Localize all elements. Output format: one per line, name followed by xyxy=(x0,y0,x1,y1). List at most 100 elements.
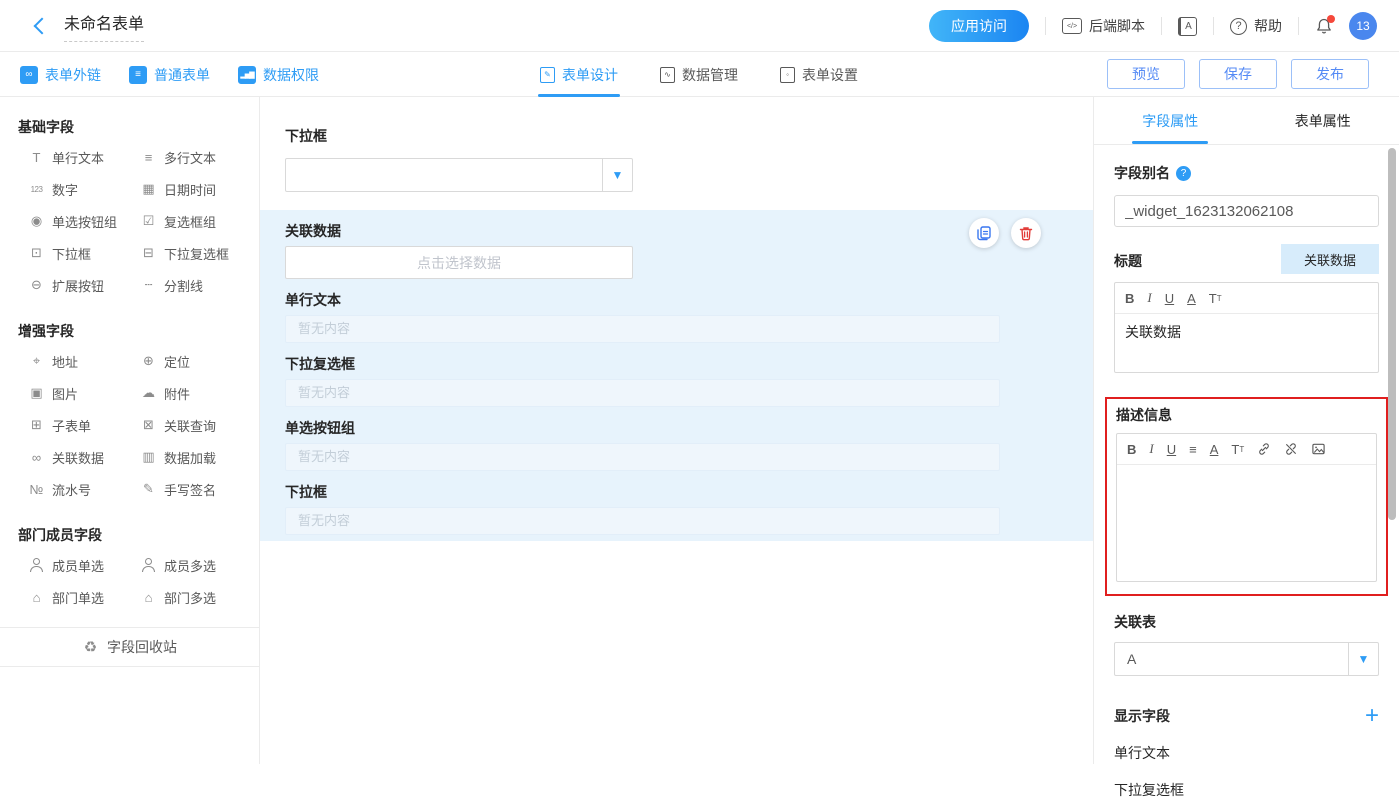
font-size-icon[interactable]: TT xyxy=(1209,291,1222,306)
alias-input[interactable] xyxy=(1114,195,1379,227)
widget-actions xyxy=(969,218,1041,248)
sidebar-item[interactable]: ⊡下拉框 xyxy=(28,237,140,269)
selected-linked-data-widget[interactable]: 关联数据 点击选择数据 单行文本暂无内容下拉复选框暂无内容单选按钮组暂无内容下拉… xyxy=(260,210,1093,541)
delete-widget-button[interactable] xyxy=(1011,218,1041,248)
sidebar-item[interactable]: ∞关联数据 xyxy=(28,441,140,473)
sidebar-item[interactable]: ⊕ 定位 xyxy=(140,345,252,377)
caret-zone: ▼ xyxy=(1348,643,1378,675)
copy-widget-button[interactable] xyxy=(969,218,999,248)
sidebar-item-label: 扩展按钮 xyxy=(52,276,104,295)
sidebar-item[interactable]: 成员单选 xyxy=(28,549,140,581)
font-size-icon[interactable]: TT xyxy=(1231,442,1244,457)
signature-icon: ✎ xyxy=(140,481,157,498)
italic-icon[interactable]: I xyxy=(1147,290,1151,306)
sidebar-item[interactable]: ⊞子表单 xyxy=(28,409,140,441)
sidebar-item[interactable]: ┄分割线 xyxy=(140,269,252,301)
sidebar-item[interactable]: 成员多选 xyxy=(140,549,252,581)
sidebar-item[interactable]: ≡多行文本 xyxy=(140,141,252,173)
avatar[interactable]: 13 xyxy=(1349,12,1377,40)
link-icon[interactable] xyxy=(1257,442,1271,456)
help-icon[interactable]: ? xyxy=(1176,166,1191,181)
dropdown-widget[interactable]: 下拉框 ▼ xyxy=(260,97,1093,192)
panel-tabs: 字段属性 表单属性 xyxy=(1094,97,1399,145)
underline-icon[interactable]: U xyxy=(1165,291,1174,306)
backend-script-button[interactable]: </> 后端脚本 xyxy=(1062,16,1145,36)
title-editor-toolbar: BIUA TT xyxy=(1115,283,1378,314)
external-link-item[interactable]: ∞ 表单外链 xyxy=(20,65,101,85)
sidebar-item[interactable]: ▦日期时间 xyxy=(140,173,252,205)
scrollbar-thumb[interactable] xyxy=(1388,148,1396,520)
display-field-item[interactable]: 下拉复选框 xyxy=(1114,780,1379,800)
widget-field-label: 单选按钮组 xyxy=(285,419,1068,437)
member-single-icon xyxy=(28,557,45,574)
underline-icon[interactable]: U xyxy=(1167,442,1176,457)
align-icon[interactable]: ≡ xyxy=(1189,442,1197,457)
sidebar-item[interactable]: ⌖地址 xyxy=(28,345,140,377)
bold-icon[interactable]: B xyxy=(1125,291,1134,306)
sidebar-item[interactable]: ◉单选按钮组 xyxy=(28,205,140,237)
sidebar-item-label: 关联数据 xyxy=(52,448,104,467)
data-load-icon: ▥ xyxy=(140,449,157,466)
sidebar-item[interactable]: T单行文本 xyxy=(28,141,140,173)
sidebar-item[interactable]: ☁附件 xyxy=(140,377,252,409)
sidebar-item[interactable]: ⌂部门多选 xyxy=(140,581,252,613)
sidebar-item[interactable]: ⌂部门单选 xyxy=(28,581,140,613)
field-recycle-bin[interactable]: ♻ 字段回收站 xyxy=(0,627,259,667)
add-display-field-button[interactable]: + xyxy=(1365,706,1379,726)
data-permission-item[interactable]: ▂▅▇ 数据权限 xyxy=(238,65,319,85)
form-title[interactable]: 未命名表单 xyxy=(64,10,144,42)
sidebar-item-label: 地址 xyxy=(52,352,78,371)
image-icon[interactable] xyxy=(1311,442,1326,456)
widget-field-placeholder: 暂无内容 xyxy=(285,315,1000,343)
tab-form-design[interactable]: ✎ 表单设计 xyxy=(540,52,618,97)
italic-icon[interactable]: I xyxy=(1149,441,1153,457)
title-editor-content[interactable]: 关联数据 xyxy=(1115,314,1378,372)
preview-button[interactable]: 预览 xyxy=(1107,59,1185,89)
sidebar-item-label: 单行文本 xyxy=(52,148,104,167)
sidebar-item[interactable]: 123数字 xyxy=(28,173,140,205)
description-editor-content[interactable] xyxy=(1117,465,1376,581)
sidebar-item-label: 手写签名 xyxy=(164,480,216,499)
tab-field-properties[interactable]: 字段属性 xyxy=(1094,97,1247,144)
divider xyxy=(1298,17,1299,35)
font-color-icon[interactable]: A xyxy=(1187,291,1196,306)
sidebar-item[interactable]: ⊖扩展按钮 xyxy=(28,269,140,301)
image-field-icon: ▣ xyxy=(28,385,45,402)
description-editor-toolbar: BIU ≡ A TT xyxy=(1117,434,1376,465)
sidebar-item-label: 定位 xyxy=(164,352,190,371)
data-picker-input[interactable]: 点击选择数据 xyxy=(285,246,633,279)
contacts-icon: A xyxy=(1178,17,1197,36)
publish-button[interactable]: 发布 xyxy=(1291,59,1369,89)
sidebar-item[interactable]: ✎ 手写签名 xyxy=(140,473,252,505)
notification-bell-icon[interactable] xyxy=(1315,17,1333,35)
normal-form-item[interactable]: ≡ 普通表单 xyxy=(129,65,210,85)
sidebar-item[interactable]: ▣图片 xyxy=(28,377,140,409)
location-icon: ⊕ xyxy=(140,353,157,370)
tab-form-properties[interactable]: 表单属性 xyxy=(1247,97,1399,144)
title-row: 标题 关联数据 xyxy=(1114,251,1379,274)
save-button[interactable]: 保存 xyxy=(1199,59,1277,89)
contacts-button[interactable]: A xyxy=(1178,17,1197,36)
sidebar-item[interactable]: ⊟下拉复选框 xyxy=(140,237,252,269)
app-access-button[interactable]: 应用访问 xyxy=(929,10,1029,42)
bold-icon[interactable]: B xyxy=(1127,442,1136,457)
related-table-select[interactable]: A ▼ xyxy=(1114,642,1379,676)
sidebar-item[interactable]: ⊠关联查询 xyxy=(140,409,252,441)
alias-label: 字段别名 xyxy=(1114,163,1170,183)
description-label: 描述信息 xyxy=(1116,405,1377,425)
dropdown-select[interactable]: ▼ xyxy=(285,158,633,192)
display-fields-label: 显示字段 xyxy=(1114,706,1170,726)
form-canvas: 下拉框 ▼ 关联数据 点击选择数据 单行文本暂无内容下拉复选框暂无内容单选按钮组… xyxy=(260,97,1093,764)
sidebar-item[interactable]: №流水号 xyxy=(28,473,140,505)
tab-form-settings[interactable]: ◦ 表单设置 xyxy=(780,52,858,97)
code-icon: </> xyxy=(1062,18,1082,34)
font-color-icon[interactable]: A xyxy=(1210,442,1219,457)
document-icon: ≡ xyxy=(129,66,147,84)
help-button[interactable]: ? 帮助 xyxy=(1230,16,1282,36)
unlink-icon[interactable] xyxy=(1284,442,1298,456)
display-field-item[interactable]: 单行文本 xyxy=(1114,743,1379,763)
sidebar-item[interactable]: ▥数据加载 xyxy=(140,441,252,473)
tab-data-manage[interactable]: ∿ 数据管理 xyxy=(660,52,738,97)
sidebar-item[interactable]: ☑复选框组 xyxy=(140,205,252,237)
back-icon[interactable] xyxy=(34,17,51,34)
